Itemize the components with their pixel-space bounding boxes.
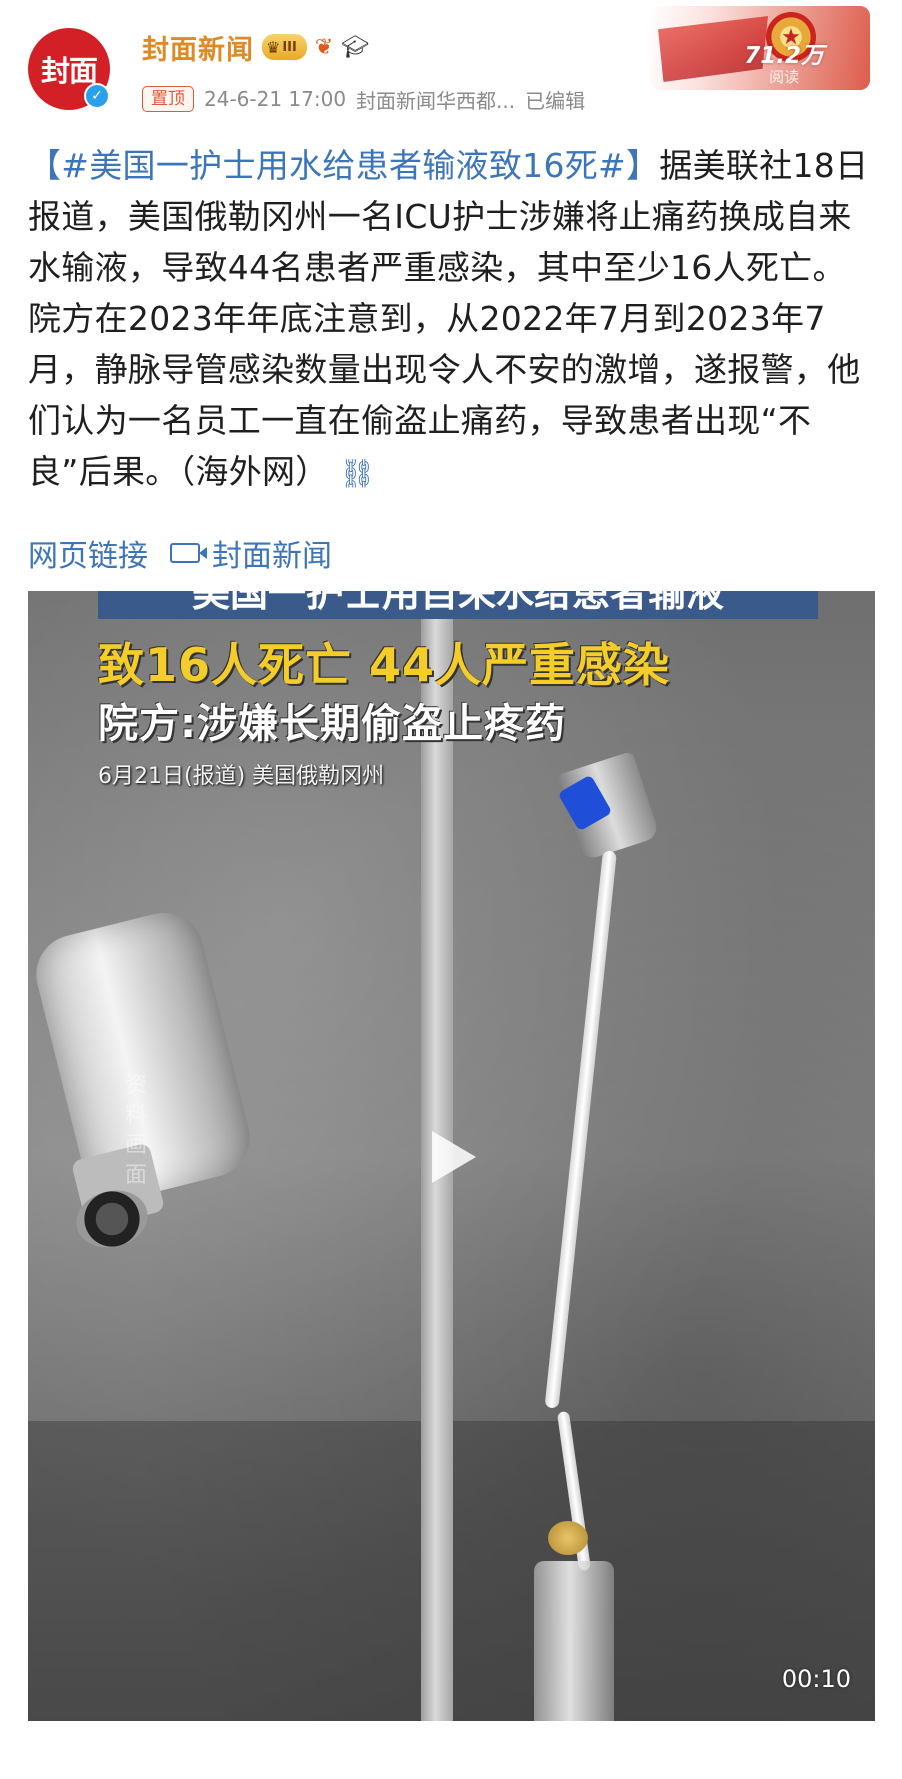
link-icon[interactable]: ⛓︎ [339, 457, 375, 490]
post-source[interactable]: 封面新闻华西都... [356, 85, 515, 114]
drip-chamber [534, 1561, 614, 1721]
views-counter: 71.2万 阅读 [744, 44, 824, 86]
crown-icon: ♛ [266, 37, 281, 57]
video-caption-title: 美国一护士用自来水给患者输液 [98, 591, 818, 619]
topic-hashtag[interactable]: 【#美国一护士用水给患者输液致16死#】 [28, 146, 659, 185]
video-caption-highlight: 致16人死亡 44人严重感染 [98, 638, 671, 692]
webpage-link[interactable]: 网页链接 [28, 531, 148, 575]
post-text: 【#美国一护士用水给患者输液致16死#】据美联社18日报道，美国俄勒冈州一名IC… [28, 140, 878, 499]
pinned-badge: 置顶 [142, 86, 194, 112]
graduation-cap-icon[interactable]: 🎓︎ [341, 35, 369, 60]
account-name[interactable]: 封面新闻 [142, 28, 254, 67]
video-duration: 00:10 [781, 1665, 851, 1693]
video-caption-date: 6月21日(报道) 美国俄勒冈州 [98, 764, 385, 789]
links-row: 网页链接 封面新闻 [28, 531, 332, 575]
level-badge[interactable]: ♛ III [262, 34, 307, 60]
webpage-link-label: 网页链接 [28, 539, 148, 574]
play-icon[interactable] [432, 1131, 476, 1183]
video-icon [170, 543, 207, 563]
anniversary-banner[interactable]: ★ 71.2万 阅读 [650, 6, 870, 90]
drip-chamber-cap [548, 1521, 588, 1555]
views-count: 71.2万 [744, 43, 824, 69]
video-source-link[interactable]: 封面新闻 [170, 531, 332, 575]
video-source-label: 封面新闻 [212, 539, 332, 574]
video-caption-subtitle: 院方:涉嫌长期偷盗止疼药 [98, 701, 566, 747]
verified-icon: ✓ [84, 83, 110, 109]
level-badge-label: III [282, 39, 297, 55]
medal-icon[interactable]: ❦ [315, 35, 333, 60]
video-watermark: 资料画面 [125, 1073, 148, 1188]
video-player[interactable]: 资料画面 美国一护士用自来水给患者输液 致16人死亡 44人严重感染 院方:涉嫌… [28, 591, 875, 1721]
edited-label[interactable]: 已编辑 [525, 85, 585, 114]
post-meta: 置顶 24-6-21 17:00 封面新闻华西都... 已编辑 [142, 84, 585, 114]
avatar-text: 封面 [40, 54, 98, 88]
account-name-row: 封面新闻 ♛ III ❦ 🎓︎ [142, 28, 369, 66]
post-timestamp: 24-6-21 17:00 [204, 87, 347, 111]
post-body: 据美联社18日报道，美国俄勒冈州一名ICU护士涉嫌将止痛药换成自来水输液，导致4… [28, 146, 869, 491]
views-label: 阅读 [769, 68, 800, 86]
